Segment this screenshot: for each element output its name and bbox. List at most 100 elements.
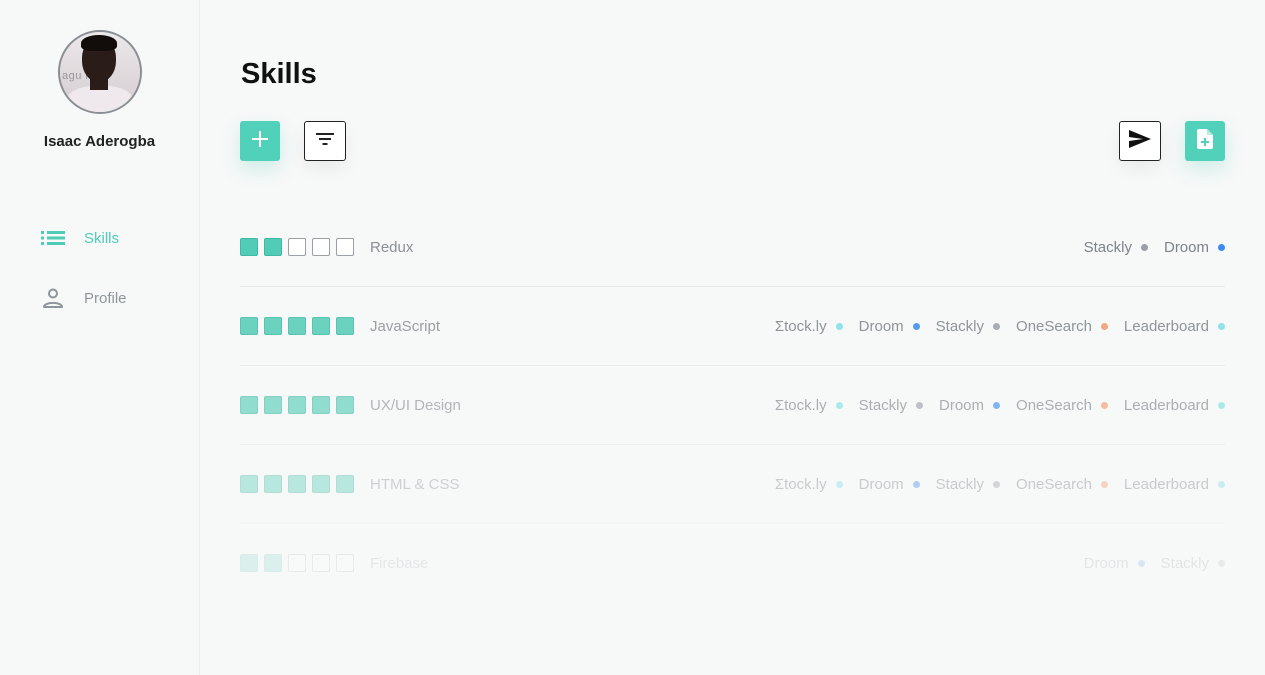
skill-row[interactable]: JavaScript Σtock.ly Droom Stackly OneSearch L…: [240, 287, 1225, 366]
sidebar-item-profile[interactable]: Profile: [40, 286, 127, 310]
project-name: Leaderboard: [1123, 475, 1209, 493]
level-square: [312, 475, 330, 493]
project-tags: Σtock.ly Stackly Droom OneSearch Leaderboard: [759, 397, 1225, 414]
project-name: Droom: [1163, 238, 1209, 256]
skill-name: HTML & CSS: [370, 475, 460, 493]
note-add-icon: [1197, 128, 1213, 154]
add-skill-button[interactable]: [240, 121, 280, 161]
project-status-dot: [912, 480, 920, 488]
level-square: [336, 554, 354, 572]
level-square: [240, 396, 258, 414]
send-button[interactable]: [1119, 121, 1161, 161]
level-square: [240, 475, 258, 493]
skill-name: Redux: [370, 238, 414, 256]
project-name: Stackly: [1083, 238, 1132, 256]
avatar[interactable]: agu n: [58, 30, 142, 114]
project-tag[interactable]: Leaderboard: [1124, 476, 1225, 493]
project-tag[interactable]: Droom: [939, 397, 1001, 414]
project-name: Droom: [1083, 554, 1129, 572]
project-tag[interactable]: Leaderboard: [1124, 397, 1225, 414]
skill-row[interactable]: Firebase Droom Stackly: [240, 524, 1225, 602]
project-tag[interactable]: Σtock.ly: [775, 476, 843, 493]
filter-button[interactable]: [304, 121, 346, 161]
project-tag[interactable]: Stackly: [1084, 239, 1148, 256]
project-tag[interactable]: Stackly: [1161, 555, 1225, 572]
level-square: [264, 396, 282, 414]
plus-icon: [252, 130, 268, 152]
level-square: [288, 238, 306, 256]
level-square: [288, 554, 306, 572]
project-tag[interactable]: Stackly: [859, 397, 924, 414]
level-square: [240, 554, 258, 572]
project-status-dot: [1218, 322, 1225, 330]
skill-row[interactable]: HTML & CSS Σtock.ly Droom Stackly OneSearch L…: [240, 445, 1225, 524]
project-tag[interactable]: Σtock.ly: [775, 318, 843, 335]
skill-row[interactable]: UX/UI Design Σtock.ly Stackly Droom OneSearc…: [240, 366, 1225, 445]
project-status-dot: [1100, 322, 1108, 330]
project-name: Σtock.ly: [774, 475, 827, 493]
level-square: [264, 317, 282, 335]
project-name: OneSearch: [1016, 317, 1092, 335]
skill-level: [240, 238, 354, 256]
sidebar-item-skills[interactable]: Skills: [40, 226, 119, 250]
project-status-dot: [1218, 480, 1225, 488]
project-status-dot: [835, 322, 843, 330]
sidebar-item-label: Profile: [84, 289, 127, 307]
project-name: Stackly: [1160, 554, 1209, 572]
project-tags: Σtock.ly Droom Stackly OneSearch Leaderboard: [759, 476, 1225, 493]
level-square: [264, 238, 282, 256]
project-tag[interactable]: OneSearch: [1016, 397, 1108, 414]
level-square: [264, 475, 282, 493]
project-name: OneSearch: [1016, 475, 1092, 493]
project-tag[interactable]: Droom: [1164, 239, 1225, 256]
project-status-dot: [1218, 401, 1225, 409]
project-status-dot: [1140, 243, 1148, 251]
project-name: Stackly: [935, 475, 985, 493]
level-square: [288, 317, 306, 335]
project-tags: Stackly Droom: [1068, 239, 1225, 256]
skill-name: UX/UI Design: [370, 396, 461, 414]
project-tag[interactable]: OneSearch: [1016, 318, 1108, 335]
sidebar-item-label: Skills: [84, 229, 120, 247]
level-square: [240, 238, 258, 256]
level-square: [312, 317, 330, 335]
send-icon: [1129, 129, 1151, 153]
person-icon: [40, 286, 66, 310]
project-status-dot: [1100, 480, 1108, 488]
project-name: Σtock.ly: [774, 317, 827, 335]
project-tags: Σtock.ly Droom Stackly OneSearch Leaderboard: [759, 318, 1225, 335]
project-name: Leaderboard: [1123, 396, 1209, 414]
project-status-dot: [916, 401, 924, 409]
level-square: [288, 396, 306, 414]
project-tag[interactable]: Droom: [859, 318, 920, 335]
project-status-dot: [1137, 559, 1145, 567]
skill-name: Firebase: [370, 554, 429, 572]
skill-row[interactable]: Redux Stackly Droom: [240, 208, 1225, 287]
level-square: [264, 554, 282, 572]
sidebar: agu n Isaac Aderogba Skills Profile: [0, 0, 200, 675]
level-square: [312, 554, 330, 572]
add-document-button[interactable]: [1185, 121, 1225, 161]
skill-level: [240, 554, 354, 572]
project-tag[interactable]: Stackly: [935, 475, 1001, 493]
project-name: Droom: [858, 317, 904, 335]
level-square: [312, 238, 330, 256]
project-tag[interactable]: Σtock.ly: [775, 397, 843, 414]
project-tag[interactable]: Stackly: [936, 318, 1001, 335]
skill-list: Redux Stackly Droom JavaScript Σtock.ly Droom…: [240, 208, 1225, 602]
project-tag[interactable]: Leaderboard: [1124, 318, 1225, 335]
project-tag[interactable]: OneSearch: [1016, 476, 1108, 493]
skill-level: [240, 475, 354, 493]
project-name: Leaderboard: [1123, 317, 1209, 335]
project-name: Droom: [858, 475, 904, 493]
project-status-dot: [912, 322, 920, 330]
project-status-dot: [1100, 401, 1108, 409]
project-status-dot: [1218, 559, 1225, 567]
project-status-dot: [993, 322, 1001, 330]
level-square: [312, 396, 330, 414]
project-tag[interactable]: Droom: [1084, 555, 1145, 572]
project-tag[interactable]: Droom: [859, 476, 920, 493]
project-status-dot: [993, 480, 1001, 488]
project-status-dot: [1218, 243, 1225, 251]
project-name: Σtock.ly: [774, 396, 827, 414]
